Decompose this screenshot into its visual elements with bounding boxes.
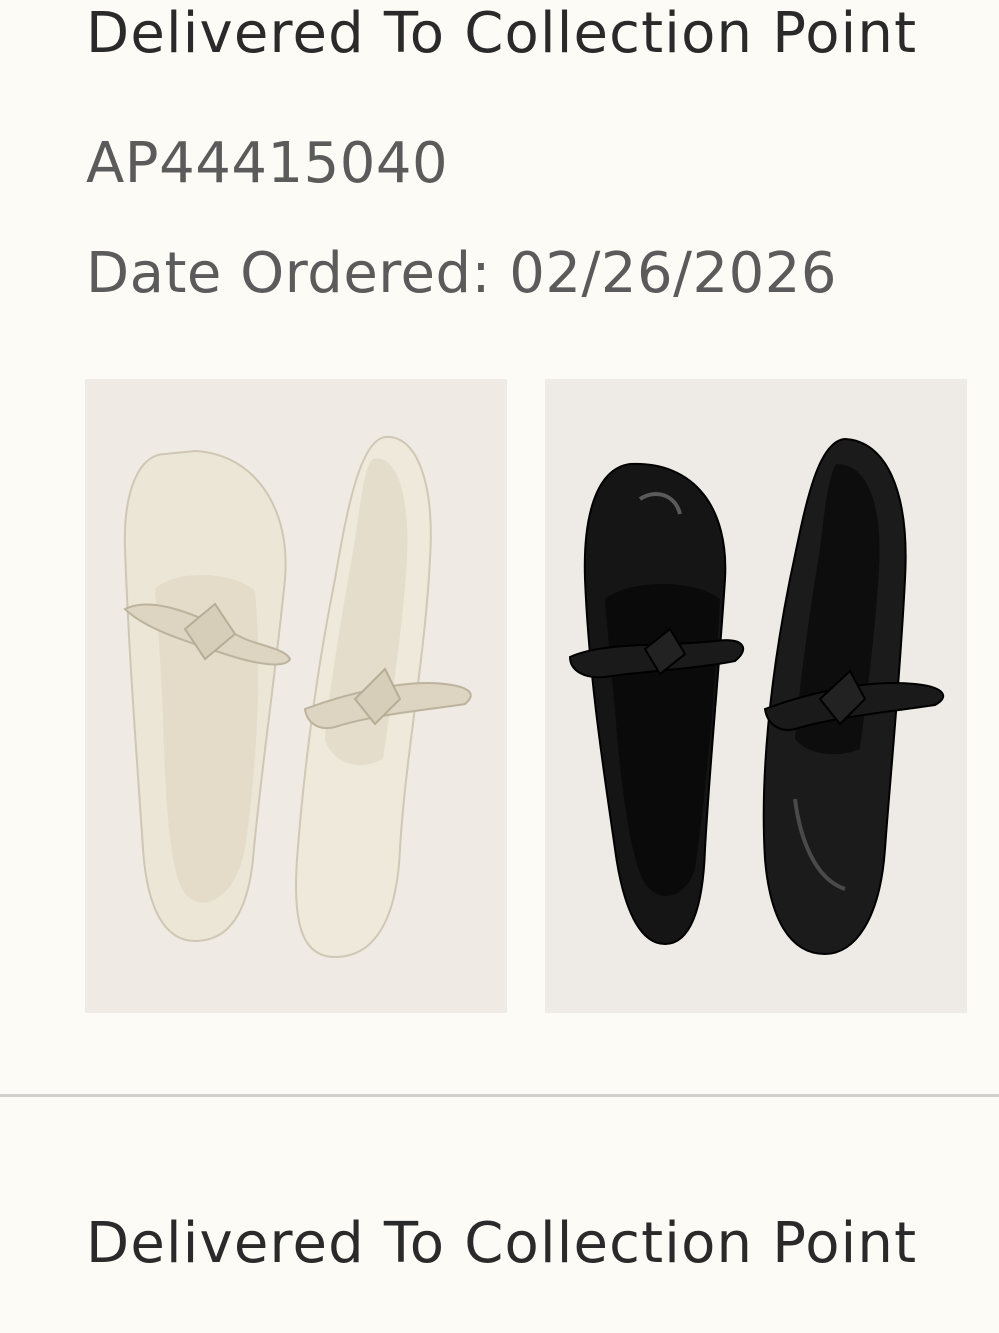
order-status-title: Delivered To Collection Point xyxy=(86,1,918,66)
product-thumbnail-cream-shoes[interactable] xyxy=(85,379,507,1013)
order-number: AP44415040 xyxy=(86,131,449,196)
product-thumbnail-black-shoes[interactable] xyxy=(545,379,967,1013)
cream-ballet-flats-image xyxy=(85,379,507,1013)
order-date: Date Ordered: 02/26/2026 xyxy=(86,241,837,306)
black-ballet-flats-image xyxy=(545,379,967,1013)
order-card[interactable]: Delivered To Collection Point AP44415040… xyxy=(0,0,999,1096)
order-divider xyxy=(0,1094,999,1097)
order-status-title-second: Delivered To Collection Point xyxy=(86,1211,918,1276)
